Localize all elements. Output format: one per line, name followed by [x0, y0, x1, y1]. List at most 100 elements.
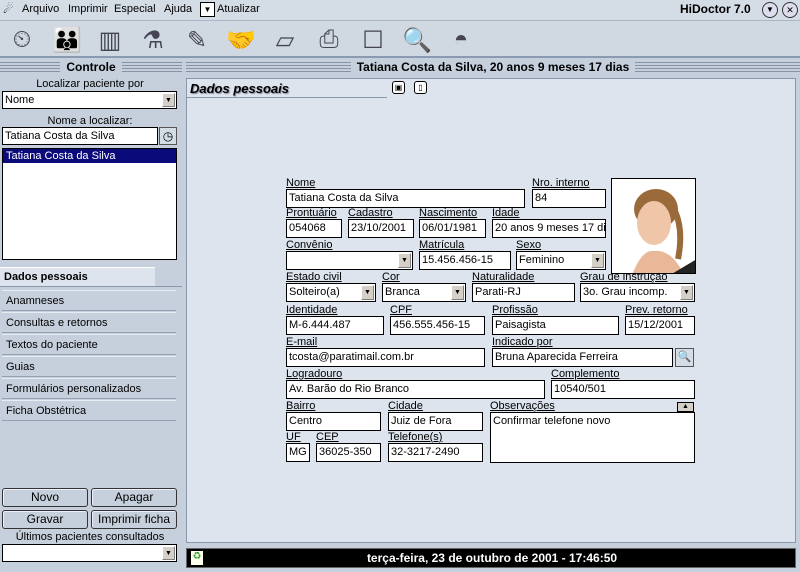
cep-field[interactable]: 36025-350 [316, 443, 381, 462]
email-value: tcosta@paratimail.com.br [289, 351, 414, 363]
identidade-value: M-6.444.487 [289, 319, 351, 331]
nome-value: Tatiana Costa da Silva [289, 192, 399, 204]
tab-formularios[interactable]: Formulários personalizados [2, 378, 176, 399]
email-label: E-mail [286, 336, 318, 348]
convenio-select[interactable]: ▼ [286, 251, 413, 270]
handshake-icon[interactable]: 🤝 [224, 24, 258, 56]
indicado-label: Indicado por [492, 336, 553, 348]
tab-guias[interactable]: Guias [2, 356, 176, 377]
menu-especial[interactable]: Especial [114, 3, 156, 15]
menu-imprimir[interactable]: Imprimir [68, 3, 108, 15]
cep-label: CEP [316, 431, 339, 443]
grau-select[interactable]: 3o. Grau incomp. ▼ [580, 283, 695, 302]
nro-field[interactable]: 84 [532, 189, 606, 208]
name-search-input[interactable]: Tatiana Costa da Silva [2, 127, 158, 145]
cidade-field[interactable]: Juiz de Fora [388, 412, 483, 431]
tab-ficha-obstetrica[interactable]: Ficha Obstétrica [2, 400, 176, 421]
grau-value: 3o. Grau incomp. [583, 286, 668, 298]
patient-results-list[interactable]: Tatiana Costa da Silva [2, 148, 177, 260]
cadastro-field[interactable]: 23/10/2001 [348, 219, 414, 238]
chevron-down-icon: ▼ [591, 253, 604, 268]
chart-icon[interactable]: ◓ [444, 24, 478, 56]
nascimento-field[interactable]: 06/01/1981 [419, 219, 486, 238]
search-by-select[interactable]: Nome ▼ [2, 91, 177, 109]
naturalidade-field[interactable]: Parati-RJ [472, 283, 575, 302]
menu-ajuda[interactable]: Ajuda [164, 3, 192, 15]
panel-title: Dados pessoais [187, 79, 387, 98]
patient-photo [611, 178, 696, 274]
close-button[interactable]: ✕ [782, 2, 798, 18]
patient-header: Tatiana Costa da Silva, 20 anos 9 meses … [186, 60, 800, 74]
prontuario-field[interactable]: 054068 [286, 219, 342, 238]
device-icon[interactable]: ☐ [356, 24, 390, 56]
cadastro-label: Cadastro [348, 207, 393, 219]
sexo-select[interactable]: Feminino ▼ [516, 251, 606, 270]
search-globe-icon[interactable]: 🔍 [400, 24, 434, 56]
prev-field[interactable]: 15/12/2001 [625, 316, 695, 335]
nome-label: Nome [286, 177, 316, 189]
email-field[interactable]: tcosta@paratimail.com.br [286, 348, 485, 367]
app-logo-icon: ☄ [3, 2, 14, 16]
save-disk-icon[interactable]: ▣ [392, 81, 405, 94]
complemento-field[interactable]: 10540/501 [551, 380, 695, 399]
tab-dados-pessoais[interactable]: Dados pessoais [0, 267, 155, 287]
obs-value: Confirmar telefone novo [493, 415, 611, 427]
files-icon[interactable]: ▥ [93, 24, 127, 56]
identidade-field[interactable]: M-6.444.487 [286, 316, 384, 335]
menu-atualizar[interactable]: Atualizar [217, 3, 260, 15]
profissao-field[interactable]: Paisagista [492, 316, 619, 335]
save-button[interactable]: Gravar [2, 510, 88, 529]
document-icon[interactable]: ▯ [414, 81, 427, 94]
estado_civil-select[interactable]: Solteiro(a) ▼ [286, 283, 376, 302]
tab-anamneses[interactable]: Anamneses [2, 290, 176, 311]
cep-value: 36025-350 [319, 446, 372, 458]
logradouro-value: Av. Barão do Rio Branco [289, 383, 410, 395]
nro-value: 84 [535, 192, 548, 204]
nome-field[interactable]: Tatiana Costa da Silva [286, 189, 525, 208]
sexo-value: Feminino [519, 254, 565, 266]
delete-button[interactable]: Apagar [91, 488, 177, 507]
minimize-button[interactable]: ▼ [762, 2, 778, 18]
bairro-field[interactable]: Centro [286, 412, 381, 431]
cidade-label: Cidade [388, 400, 423, 412]
app-title: HiDoctor 7.0 [680, 2, 751, 16]
cor-value: Branca [385, 286, 420, 298]
logradouro-label: Logradouro [286, 368, 343, 380]
prontuario-label: Prontuário [286, 207, 337, 219]
matricula-label: Matrícula [419, 239, 465, 251]
tab-consultas[interactable]: Consultas e retornos [2, 312, 176, 333]
printer-icon[interactable]: ⎙ [312, 24, 346, 56]
notes-icon[interactable]: ✎ [180, 24, 214, 56]
cpf-field[interactable]: 456.555.456-15 [390, 316, 485, 335]
lab-icon[interactable]: ⚗ [136, 24, 170, 56]
print-record-button[interactable]: Imprimir ficha [91, 510, 177, 529]
menu-bar: ☄ Arquivo Imprimir Especial Ajuda ▼ Atua… [0, 0, 800, 20]
telefone-value: 32-3217-2490 [391, 446, 460, 458]
indicado-value: Bruna Aparecida Ferreira [495, 351, 618, 363]
expand-observations-button[interactable]: ▲ [677, 402, 694, 412]
toolbar: ⏲ 👪 ▥ ⚗ ✎ 🤝 ▱ ⎙ ☐ 🔍 ◓ [0, 20, 800, 58]
menu-arquivo[interactable]: Arquivo [22, 3, 59, 15]
cor-select[interactable]: Branca ▼ [382, 283, 466, 302]
search-referrer-button[interactable]: 🔍 [675, 348, 694, 367]
book-icon[interactable]: ▱ [268, 24, 302, 56]
indicado-field[interactable]: Bruna Aparecida Ferreira [492, 348, 673, 367]
uf-field[interactable]: MG [286, 443, 310, 462]
new-button[interactable]: Novo [2, 488, 88, 507]
list-item[interactable]: Tatiana Costa da Silva [3, 149, 176, 163]
bairro-label: Bairro [286, 400, 316, 412]
patients-icon[interactable]: 👪 [50, 24, 84, 56]
tab-textos[interactable]: Textos do paciente [2, 334, 176, 355]
logradouro-field[interactable]: Av. Barão do Rio Branco [286, 380, 545, 399]
telefone-field[interactable]: 32-3217-2490 [388, 443, 483, 462]
uf-value: MG [289, 446, 307, 458]
idade-field[interactable]: 20 anos 9 meses 17 di [492, 219, 606, 238]
agenda-icon[interactable]: ⏲ [5, 24, 39, 56]
clock-icon[interactable]: ◷ [159, 127, 177, 145]
cpf-value: 456.555.456-15 [393, 319, 471, 331]
recent-patients-select[interactable]: ▼ [2, 544, 177, 562]
nascimento-value: 06/01/1981 [422, 222, 478, 234]
obs-field[interactable]: Confirmar telefone novo [490, 412, 695, 463]
refresh-icon[interactable]: ▼ [200, 2, 215, 17]
matricula-field[interactable]: 15.456.456-15 [419, 251, 511, 270]
